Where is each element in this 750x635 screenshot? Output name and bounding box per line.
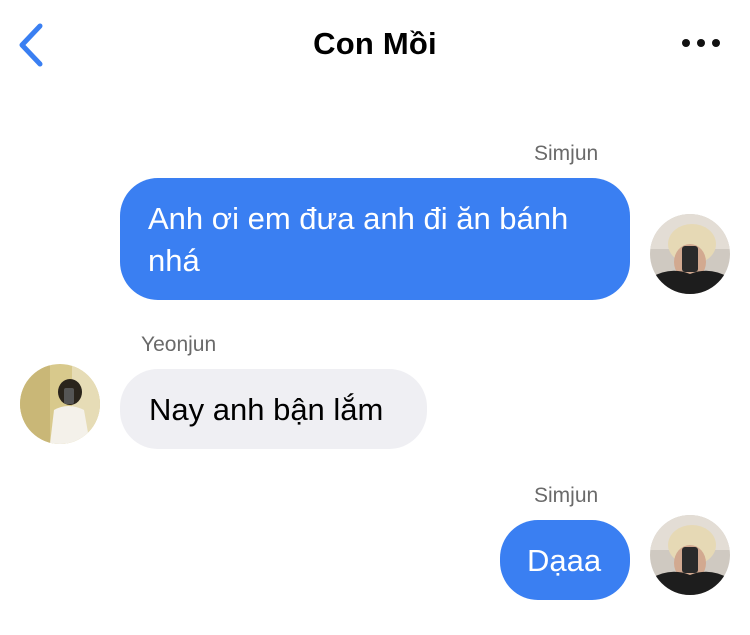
message-bubble-incoming[interactable]: Nay anh bận lắm [120,369,427,449]
ellipsis-icon [682,39,720,47]
chat-header: Con Mồi [0,0,750,90]
message-bubble-outgoing[interactable]: Anh ơi em đưa anh đi ăn bánh nhá [120,178,630,300]
avatar-photo [650,214,730,294]
sender-name: Simjun [534,142,599,165]
sender-name: Simjun [534,484,599,507]
avatar-photo [650,515,730,595]
avatar-photo [20,364,100,444]
chat-title: Con Mồi [313,26,437,61]
avatar-yeonjun[interactable] [20,364,100,444]
sender-name: Yeonjun [141,333,217,356]
avatar-simjun[interactable] [650,214,730,294]
more-options-button[interactable] [676,30,726,56]
avatar-simjun[interactable] [650,515,730,595]
message-bubble-outgoing[interactable]: Dạaa [500,520,630,600]
